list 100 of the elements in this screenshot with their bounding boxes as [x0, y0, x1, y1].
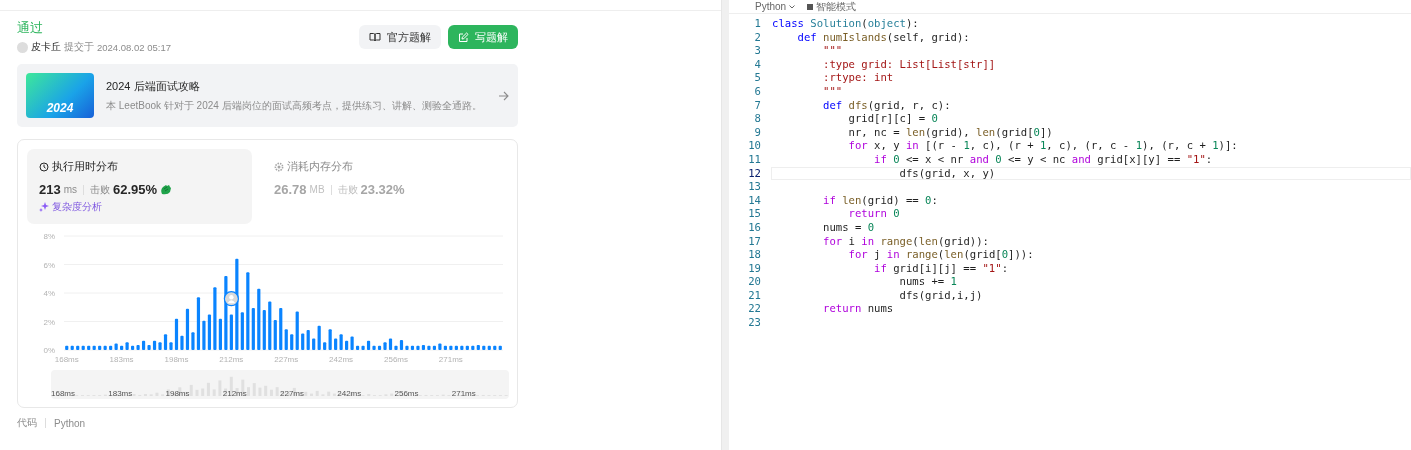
x-axis-label: 183ms	[109, 355, 134, 364]
navigator-label: 271ms	[451, 389, 476, 398]
leetbook-banner[interactable]: 2024 2024 后端面试攻略 本 LeetBook 针对于 2024 后端岗位的面试高频考点，提供练习、讲解、测验全通路。	[17, 64, 518, 127]
book-cover-image: 2024	[26, 73, 94, 118]
y-axis-label: 4%	[43, 289, 55, 298]
code-line: :rtype: int	[822, 71, 895, 85]
arrow-right-icon	[498, 90, 509, 101]
code-line: nums += 1	[898, 275, 958, 289]
panel-resize-handle[interactable]	[722, 0, 729, 450]
line-number: 21	[747, 288, 762, 303]
line-number: 5	[753, 71, 762, 85]
line-number: 20	[747, 275, 762, 289]
stat-unit: MB	[309, 184, 325, 195]
code-line: def numIslands(self, grid):	[796, 30, 971, 45]
code-line: def dfs(grid, r, c):	[822, 98, 952, 113]
submitted-label: 提交于	[64, 40, 94, 54]
line-number: 16	[747, 220, 762, 235]
line-number: 2	[753, 30, 762, 45]
submitted-time: 2024.08.02 05:17	[97, 41, 171, 53]
y-axis-label: 2%	[43, 317, 55, 327]
code-line: if 0 <= x < nr and 0 <= y < nc and grid[x][y] == "1":	[873, 152, 1214, 167]
line-number: 12	[747, 166, 762, 181]
code-line: """	[822, 44, 844, 58]
chip-icon	[274, 161, 284, 172]
line-number: 7	[753, 98, 762, 113]
stat-value: 26.78	[274, 182, 307, 197]
stat-unit: ms	[63, 184, 78, 195]
code-line: :type grid: List[List[str]]	[822, 57, 997, 72]
code-line: grid[r][c] = 0	[847, 112, 939, 126]
navigator-label: 198ms	[165, 389, 190, 398]
x-axis-label: 256ms	[384, 355, 408, 364]
banner-title: 2024 后端面试攻略	[106, 78, 201, 94]
navigator-label: 212ms	[222, 389, 247, 398]
line-number: 6	[753, 84, 762, 99]
line-number: 10	[747, 139, 762, 153]
navigator-label: 183ms	[108, 389, 133, 398]
beat-percent: 62.95%	[113, 182, 158, 197]
stat-panel[interactable]: 执行用时分布 213 ms 击败 62.95% 复杂度分析	[27, 149, 252, 224]
banner-description: 本 LeetBook 针对于 2024 后端岗位的面试高频考点，提供练习、讲解、测验全通路。	[106, 98, 483, 113]
x-axis-label: 212ms	[219, 355, 244, 364]
code-language: Python	[54, 417, 86, 429]
stat-title: 消耗内存分布	[287, 159, 353, 174]
code-line: nums = 0	[822, 220, 876, 235]
x-axis-label: 227ms	[274, 355, 299, 364]
sparkle-icon	[39, 202, 49, 212]
code-line: for j in range(len(grid[0])):	[847, 248, 1035, 262]
navigator-label: 227ms	[280, 389, 304, 398]
line-number: 15	[747, 207, 762, 221]
x-axis-label: 242ms	[329, 355, 354, 364]
code-line: dfs(grid,i,j)	[898, 288, 984, 303]
clock-icon	[39, 161, 49, 172]
range-navigator[interactable]: 168ms 183ms 198ms 212ms 227ms 242ms 256ms 271ms	[51, 370, 509, 399]
navigator-label: 256ms	[394, 389, 419, 398]
line-number: 23	[747, 316, 762, 330]
beat-label: 击败	[90, 182, 111, 197]
line-number: 8	[753, 112, 762, 126]
mode-toggle[interactable]: 智能模式	[807, 0, 857, 13]
clap-icon	[160, 184, 173, 195]
line-number: 19	[747, 261, 762, 276]
code-line: if grid[i][j] == "1":	[873, 261, 1009, 276]
line-number: 3	[753, 44, 762, 58]
line-number: 1	[753, 17, 762, 31]
stat-title: 执行用时分布	[52, 159, 118, 174]
user-avatar-marker	[223, 291, 239, 307]
code-line: for i in range(len(grid)):	[822, 234, 990, 249]
beat-percent: 23.32%	[360, 182, 405, 197]
y-axis-label: 6%	[43, 260, 55, 270]
complexity-analysis-link[interactable]: 复杂度分析	[39, 200, 240, 214]
code-line: for x, y in [(r - 1, c), (r + 1, c), (r, c - 1), (r, c + 1)]:	[847, 139, 1239, 153]
code-line: class Solution(object):	[772, 17, 920, 31]
line-number: 17	[747, 234, 762, 249]
official-solution-button[interactable]: 官方题解	[359, 25, 441, 49]
code-label: 代码	[17, 416, 37, 430]
edit-icon	[458, 31, 469, 43]
line-number: 14	[747, 193, 762, 208]
line-number: 22	[747, 302, 762, 317]
line-number: 18	[747, 248, 762, 262]
code-line: return 0	[847, 207, 901, 221]
x-axis-label: 198ms	[164, 355, 189, 364]
navigator-label: 242ms	[337, 389, 362, 398]
code-line: nr, nc = len(grid), len(grid[0])	[847, 125, 1054, 140]
avatar-icon	[17, 41, 28, 53]
navigator-label: 168ms	[51, 389, 75, 398]
line-number: 11	[747, 152, 762, 167]
line-number: 13	[747, 180, 762, 194]
y-axis-label: 8%	[43, 232, 55, 241]
code-line: if len(grid) == 0:	[822, 193, 939, 208]
line-number: 9	[753, 125, 762, 140]
book-icon	[369, 32, 381, 42]
language-selector[interactable]: Python	[755, 0, 796, 13]
code-line: return nums	[822, 302, 895, 317]
user-name[interactable]: 皮卡丘	[31, 40, 61, 54]
stat-value: 213	[39, 182, 61, 197]
chevron-down-icon	[789, 4, 796, 9]
square-icon	[807, 3, 814, 10]
x-axis-label: 168ms	[54, 355, 79, 364]
line-number: 4	[753, 57, 762, 72]
x-axis-label: 271ms	[438, 355, 463, 364]
code-line: """	[822, 84, 844, 99]
status-text: 通过	[17, 19, 44, 37]
